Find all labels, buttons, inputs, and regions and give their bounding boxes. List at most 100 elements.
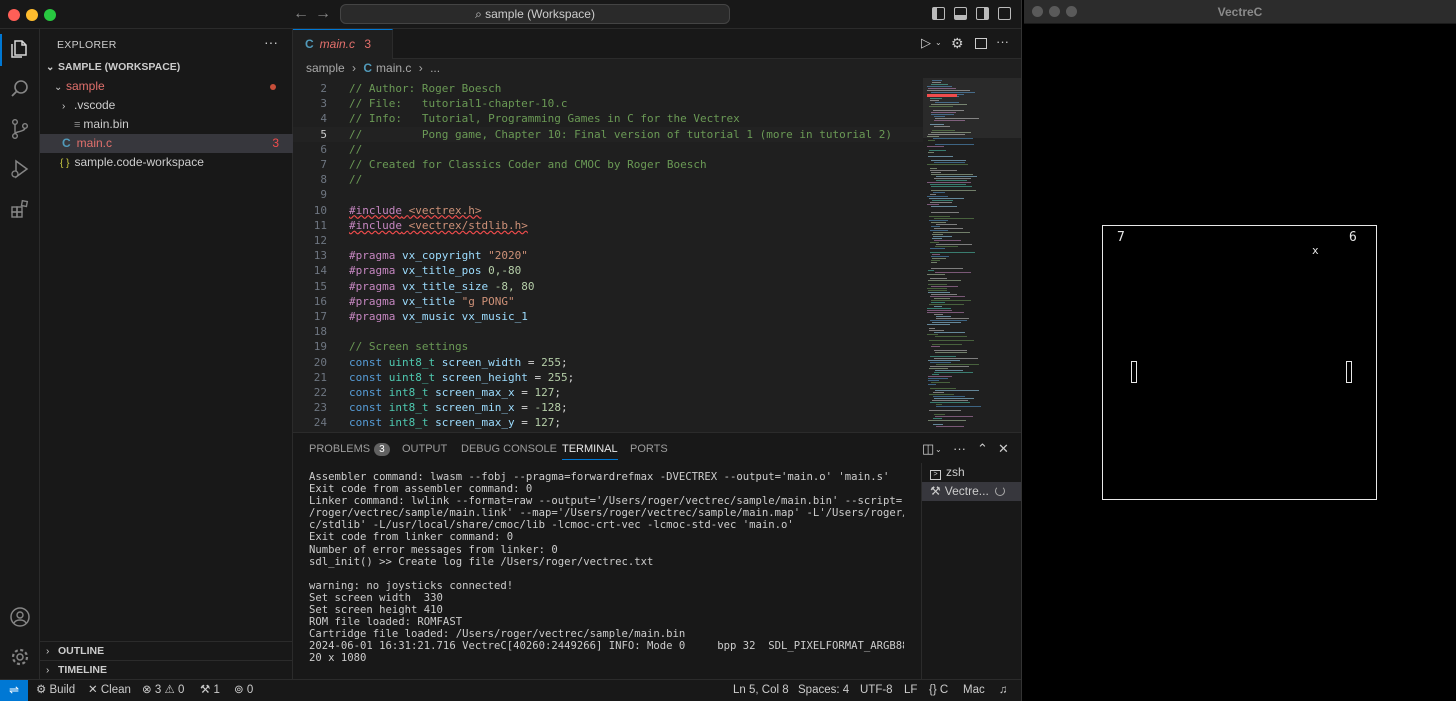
back-arrow-icon[interactable]: ←	[293, 5, 309, 23]
error-count: 3	[154, 684, 162, 696]
clean-button[interactable]: ✕ Clean	[88, 680, 131, 700]
tab-problems[interactable]: PROBLEMS 3	[309, 443, 390, 456]
search-icon[interactable]	[8, 78, 32, 102]
code-line[interactable]: 9	[293, 187, 923, 202]
more-actions-icon[interactable]: ···	[953, 441, 966, 456]
terminal-line: 20 x 1080	[309, 652, 367, 665]
code-line[interactable]: 10 #include <vectrex.h>	[293, 203, 923, 218]
source-control-icon[interactable]	[8, 118, 32, 142]
accounts-icon[interactable]	[8, 606, 32, 630]
toggle-panel-icon[interactable]	[954, 7, 967, 20]
explorer-more-actions[interactable]: ···	[264, 34, 278, 50]
remote-indicator-icon[interactable]: ⇌	[0, 680, 28, 701]
terminal-line: Number of error messages from linker: 0	[309, 543, 558, 556]
line-number: 9	[320, 188, 327, 202]
build-button[interactable]: ⚙ Build	[36, 680, 75, 700]
settings-gear-icon[interactable]	[8, 646, 32, 670]
minimize-window-button[interactable]	[26, 9, 38, 21]
tab-output[interactable]: OUTPUT	[402, 443, 447, 455]
activity-bar	[0, 29, 40, 679]
tree-item-workspace-file[interactable]: { } sample.code-workspace	[40, 153, 293, 172]
tasks-status[interactable]: ⚒ 1	[200, 680, 220, 700]
code-line[interactable]: 22 const int8_t screen_max_x = 127;	[293, 385, 923, 400]
outline-section[interactable]: › OUTLINE	[40, 641, 293, 660]
code-line[interactable]: 3 // File: tutorial1-chapter-10.c	[293, 96, 923, 111]
problems-status[interactable]: ⊗ 3 ⚠ 0	[142, 680, 184, 700]
line-text: #pragma vx_music vx_music_1	[349, 310, 528, 323]
chevron-down-icon[interactable]: ⌄	[935, 38, 942, 47]
minimap[interactable]	[923, 78, 1021, 432]
line-number: 11	[313, 218, 327, 232]
code-line[interactable]: 18	[293, 324, 923, 339]
explorer-icon[interactable]	[8, 38, 32, 62]
ports-status[interactable]: ⊚ 0	[234, 680, 253, 700]
language-mode[interactable]: {} C	[929, 680, 948, 700]
code-line[interactable]: 15 #pragma vx_title_size -8, 80	[293, 279, 923, 294]
code-line[interactable]: 20 const uint8_t screen_width = 255;	[293, 355, 923, 370]
breadcrumb-file[interactable]: main.c	[376, 61, 411, 75]
code-line[interactable]: 24 const int8_t screen_max_y = 127;	[293, 415, 923, 430]
code-line[interactable]: 7 // Created for Classics Coder and CMOC …	[293, 157, 923, 172]
customize-layout-icon[interactable]	[998, 7, 1011, 20]
toggle-secondary-sidebar-icon[interactable]	[976, 7, 989, 20]
paddle-left	[1131, 361, 1137, 383]
tree-item-main-bin[interactable]: ≡ main.bin	[40, 115, 293, 134]
code-line[interactable]: 19 // Screen settings	[293, 339, 923, 354]
command-center[interactable]: ⌕ sample (Workspace)	[340, 4, 730, 24]
workspace-root[interactable]: ⌄ SAMPLE (WORKSPACE)	[40, 58, 293, 77]
chevron-down-icon[interactable]: ⌄	[935, 445, 942, 454]
code-line[interactable]: 14 #pragma vx_title_pos 0,-80	[293, 263, 923, 278]
split-terminal-icon[interactable]: ◫	[922, 441, 934, 457]
minimap-preview	[923, 78, 1021, 427]
code-line[interactable]: 4 // Info: Tutorial, Programming Games in…	[293, 111, 923, 126]
platform[interactable]: Mac	[963, 680, 985, 700]
tree-item-vscode[interactable]: › .vscode	[40, 96, 293, 115]
zoom-window-button[interactable]	[44, 9, 56, 21]
indentation[interactable]: Spaces: 4	[798, 680, 849, 700]
code-line[interactable]: 23 const int8_t screen_min_x = -128;	[293, 400, 923, 415]
forward-arrow-icon[interactable]: →	[315, 5, 331, 23]
tree-item-sample[interactable]: ⌄ sample	[40, 77, 293, 96]
code-line[interactable]: 5 // Pong game, Chapter 10: Final version…	[293, 126, 923, 142]
cursor-position[interactable]: Ln 5, Col 8	[733, 680, 789, 700]
terminal-output[interactable]: Assembler command: lwasm --fobj --pragma…	[309, 471, 904, 676]
toggle-sidebar-icon[interactable]	[932, 7, 945, 20]
run-icon[interactable]: ▷	[921, 35, 931, 51]
code-line[interactable]: 21 const uint8_t screen_height = 255;	[293, 370, 923, 385]
code-line[interactable]: 2 // Author: Roger Boesch	[293, 81, 923, 96]
extensions-icon[interactable]	[8, 198, 32, 222]
tab-ports[interactable]: PORTS	[630, 443, 668, 455]
json-file-icon: { }	[60, 158, 70, 169]
line-text: #pragma vx_copyright "2020"	[349, 249, 528, 263]
tab-debug-console[interactable]: DEBUG CONSOLE	[461, 443, 557, 455]
split-editor-icon[interactable]	[975, 38, 987, 49]
chevron-down-icon: ⌄	[54, 82, 63, 93]
code-line[interactable]: 13 #pragma vx_copyright "2020"	[293, 248, 923, 263]
line-number: 19	[313, 340, 327, 354]
code-line[interactable]: 12	[293, 233, 923, 248]
breadcrumb-folder[interactable]: sample	[306, 61, 345, 75]
tab-main-c[interactable]: Cmain.c 3 ✕	[293, 29, 393, 80]
more-actions-icon[interactable]: ···	[996, 34, 1009, 49]
terminal-item-vectrec[interactable]: ⚒ Vectre...	[922, 482, 1021, 501]
run-debug-icon[interactable]	[8, 158, 32, 182]
code-line[interactable]: 8 //	[293, 172, 923, 187]
code-editor[interactable]: 2 // Author: Roger Boesch 3 // File: tutori…	[293, 78, 923, 432]
timeline-section[interactable]: › TIMELINE	[40, 660, 293, 679]
breadcrumb-symbol[interactable]: ...	[430, 61, 440, 75]
encoding[interactable]: UTF-8	[860, 680, 893, 700]
end-of-line[interactable]: LF	[904, 680, 917, 700]
code-line[interactable]: 6 //	[293, 142, 923, 157]
maximize-panel-icon[interactable]: ⌃	[977, 441, 988, 457]
code-line[interactable]: 17 #pragma vx_music vx_music_1	[293, 309, 923, 324]
terminal-item-zsh[interactable]: > zsh	[922, 463, 1021, 482]
close-panel-icon[interactable]: ✕	[998, 441, 1009, 457]
tree-item-main-c[interactable]: Cmain.c 3	[40, 134, 293, 153]
gear-icon[interactable]: ⚙	[951, 35, 964, 52]
close-window-button[interactable]	[8, 9, 20, 21]
file-icon: ≡	[74, 119, 81, 131]
tab-terminal[interactable]: TERMINAL	[562, 443, 618, 460]
code-line[interactable]: 11 #include <vectrex/stdlib.h>	[293, 218, 923, 233]
code-line[interactable]: 16 #pragma vx_title "g PONG"	[293, 294, 923, 309]
notifications-bell-icon[interactable]: ♫	[999, 680, 1008, 700]
